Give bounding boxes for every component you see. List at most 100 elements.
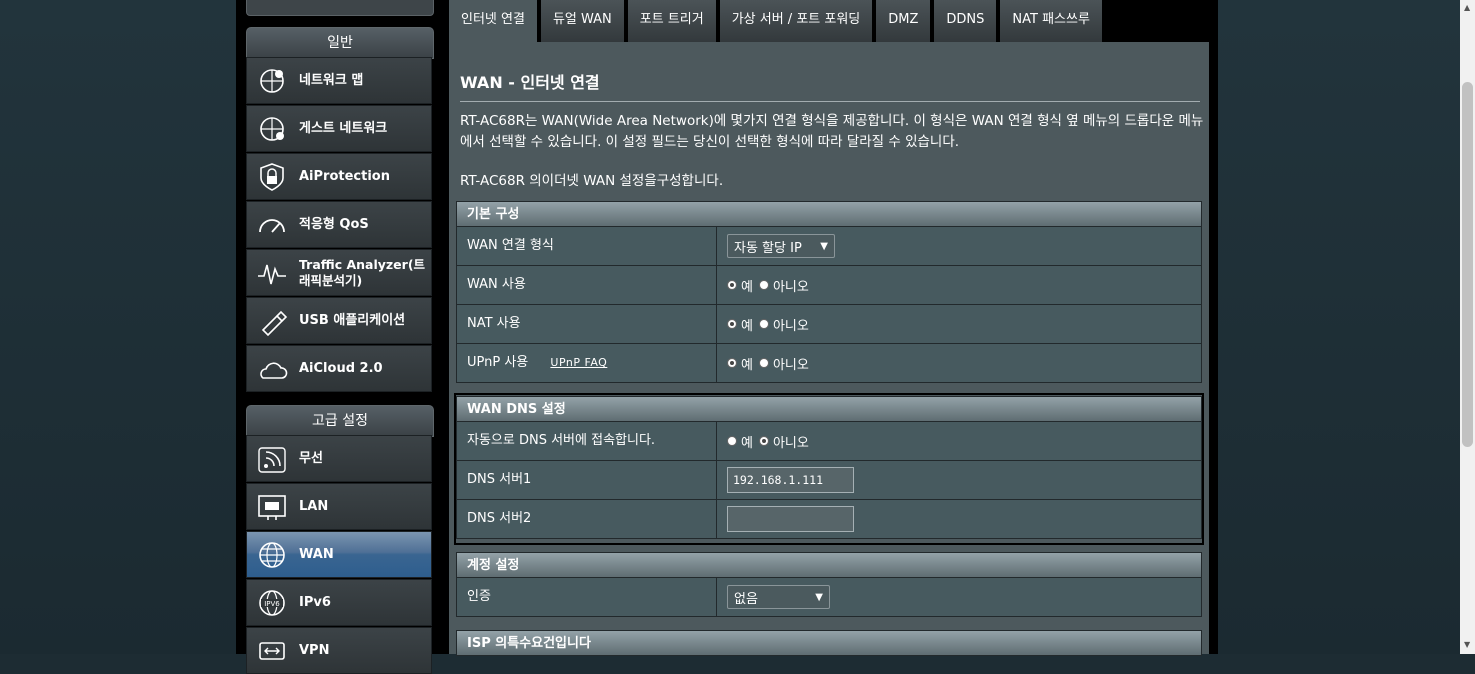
account-settings-table: 계정 설정 인증 없음 ▼ — [456, 552, 1202, 617]
radio-selected-icon — [727, 319, 737, 329]
sidebar-item-advanced-2[interactable]: WAN — [246, 531, 432, 578]
radio-unselected-icon — [758, 319, 769, 329]
sidebar-item-label: Traffic Analyzer(트래픽분석기) — [299, 256, 426, 288]
scroll-down-arrow-icon[interactable]: ▼ — [1464, 640, 1470, 649]
ipv6-globe-icon: IPV6 — [259, 589, 285, 616]
sidebar-item-label: AiCloud 2.0 — [299, 360, 383, 376]
speedometer-icon — [259, 218, 285, 233]
usb-icon — [261, 310, 288, 336]
upnp-enable-label-cell: UPnP 사용 UPnP FAQ — [457, 344, 717, 382]
sidebar-item-label: VPN — [299, 642, 330, 658]
chevron-down-icon: ▼ — [815, 591, 823, 603]
isp-requirements-header: ISP 의특수요건입니다 — [456, 630, 1202, 656]
collapsed-menu-stub[interactable] — [246, 0, 434, 16]
page-subdescription: RT-AC68R 의이더넷 WAN 설정을구성합니다. — [460, 173, 724, 189]
globe-icon — [259, 541, 285, 568]
sidebar-item-label: AiProtection — [299, 168, 390, 184]
basic-config-header: 기본 구성 — [456, 201, 1202, 227]
sidebar-item-general-0[interactable]: 네트워크 맵 — [246, 57, 432, 104]
sidebar-item-general-2[interactable]: AiProtection — [246, 153, 432, 200]
scrollbar-thumb[interactable] — [1462, 82, 1473, 447]
traffic-analyzer-icon — [258, 264, 286, 284]
sidebar-item-general-4[interactable]: Traffic Analyzer(트래픽분석기) — [246, 249, 432, 296]
nat-enable-row: NAT 사용 예 아니오 — [456, 305, 1202, 344]
page-title: WAN - 인터넷 연결 — [460, 73, 600, 92]
dns1-row: DNS 서버1 — [456, 461, 1202, 500]
wan-enable-no-radio[interactable]: 아니오 — [758, 276, 809, 295]
basic-config-table: 기본 구성 WAN 연결 형식 자동 할당 IP ▼ WAN 사용 예 아니오 … — [456, 201, 1202, 383]
tab-virtual-server[interactable]: 가상 서버 / 포트 포워딩 — [719, 0, 873, 42]
dns-settings-header: WAN DNS 설정 — [456, 396, 1202, 422]
nat-enable-no-radio[interactable]: 아니오 — [758, 315, 809, 334]
tab-dual-wan[interactable]: 듀얼 WAN — [540, 0, 624, 42]
dns1-input[interactable] — [727, 467, 854, 493]
nat-enable-yes-radio[interactable]: 예 — [727, 315, 753, 334]
sidebar-item-advanced-3[interactable]: IPV6 IPv6 — [246, 579, 432, 626]
sidebar-item-label: 게스트 네트워크 — [299, 120, 388, 136]
sidebar-item-general-1[interactable]: 게스트 네트워크 — [246, 105, 432, 152]
tab-bar: 인터넷 연결 듀얼 WAN 포트 트리거 가상 서버 / 포트 포워딩 DMZ … — [449, 0, 1106, 42]
dns-auto-no-radio[interactable]: 아니오 — [758, 432, 809, 451]
tab-port-trigger[interactable]: 포트 트리거 — [627, 0, 716, 42]
upnp-enable-label: UPnP 사용 — [467, 355, 529, 370]
content-panel: WAN - 인터넷 연결 RT-AC68R는 WAN(Wide Area Net… — [449, 42, 1209, 656]
radio-selected-icon — [727, 280, 737, 290]
sidebar-item-label: 무선 — [299, 450, 323, 466]
upnp-faq-link[interactable]: UPnP FAQ — [550, 356, 607, 369]
wan-enable-yes-radio[interactable]: 예 — [727, 276, 753, 295]
radio-unselected-icon — [758, 358, 769, 368]
wan-enable-row: WAN 사용 예 아니오 — [456, 266, 1202, 305]
auth-select[interactable]: 없음 ▼ — [727, 585, 830, 609]
scroll-up-arrow-icon[interactable]: ▲ — [1464, 3, 1470, 12]
tab-dmz[interactable]: DMZ — [876, 0, 931, 42]
auth-label: 인증 — [457, 578, 717, 616]
radio-selected-icon — [758, 436, 769, 446]
wan-type-row: WAN 연결 형식 자동 할당 IP ▼ — [456, 227, 1202, 266]
dns1-label: DNS 서버1 — [457, 461, 717, 499]
sidebar-item-advanced-0[interactable]: 무선 — [246, 435, 432, 482]
sidebar-item-general-6[interactable]: AiCloud 2.0 — [246, 345, 432, 392]
tab-nat-passthrough[interactable]: NAT 패스쓰루 — [1000, 0, 1102, 42]
isp-requirements-table: ISP 의특수요건입니다 — [456, 630, 1202, 656]
dns-auto-label: 자동으로 DNS 서버에 접속합니다. — [457, 422, 717, 460]
radio-selected-icon — [727, 358, 737, 368]
dns2-input[interactable] — [727, 506, 854, 532]
sidebar-item-label: USB 애플리케이션 — [299, 312, 406, 328]
dns2-row: DNS 서버2 — [456, 500, 1202, 539]
page-description: RT-AC68R는 WAN(Wide Area Network)에 몇가지 연결… — [460, 113, 1204, 150]
sidebar-item-label: LAN — [299, 498, 329, 514]
sidebar-item-advanced-1[interactable]: LAN — [246, 483, 432, 530]
auth-row: 인증 없음 ▼ — [456, 578, 1202, 617]
wan-type-label: WAN 연결 형식 — [457, 227, 717, 265]
sidebar-item-advanced-4[interactable]: VPN — [246, 627, 432, 674]
chevron-down-icon: ▼ — [820, 240, 828, 252]
wan-type-select[interactable]: 자동 할당 IP ▼ — [727, 234, 835, 258]
sidebar-item-general-3[interactable]: 적응형 QoS — [246, 201, 432, 248]
sidebar-item-label: 적응형 QoS — [299, 216, 369, 232]
group-header-general: 일반 — [246, 27, 434, 59]
upnp-enable-row: UPnP 사용 UPnP FAQ 예 아니오 — [456, 344, 1202, 383]
wireless-icon — [258, 446, 286, 473]
nat-enable-label: NAT 사용 — [457, 305, 717, 343]
upnp-enable-no-radio[interactable]: 아니오 — [758, 354, 809, 373]
upnp-enable-yes-radio[interactable]: 예 — [727, 354, 753, 373]
lan-icon — [258, 494, 286, 520]
wan-type-value: 자동 할당 IP — [734, 240, 802, 256]
dns2-label: DNS 서버2 — [457, 500, 717, 538]
sidebar-item-general-5[interactable]: USB 애플리케이션 — [246, 297, 432, 344]
tab-internet-connection[interactable]: 인터넷 연결 — [449, 0, 537, 42]
sidebar-item-label: 네트워크 맵 — [299, 72, 364, 88]
auth-value: 없음 — [734, 591, 758, 607]
dns-auto-row: 자동으로 DNS 서버에 접속합니다. 예 아니오 — [456, 422, 1202, 461]
wan-enable-label: WAN 사용 — [457, 266, 717, 304]
svg-text:IPV6: IPV6 — [264, 600, 280, 608]
dns-auto-yes-radio[interactable]: 예 — [727, 432, 753, 451]
sidebar-item-label: IPv6 — [299, 594, 331, 610]
sidebar-item-label: WAN — [299, 546, 334, 562]
lock-shield-icon — [260, 162, 284, 191]
radio-unselected-icon — [758, 280, 769, 290]
network-map-icon — [260, 68, 284, 93]
group-header-advanced: 고급 설정 — [246, 405, 434, 437]
tab-ddns[interactable]: DDNS — [934, 0, 997, 42]
cloud-icon — [260, 361, 288, 379]
